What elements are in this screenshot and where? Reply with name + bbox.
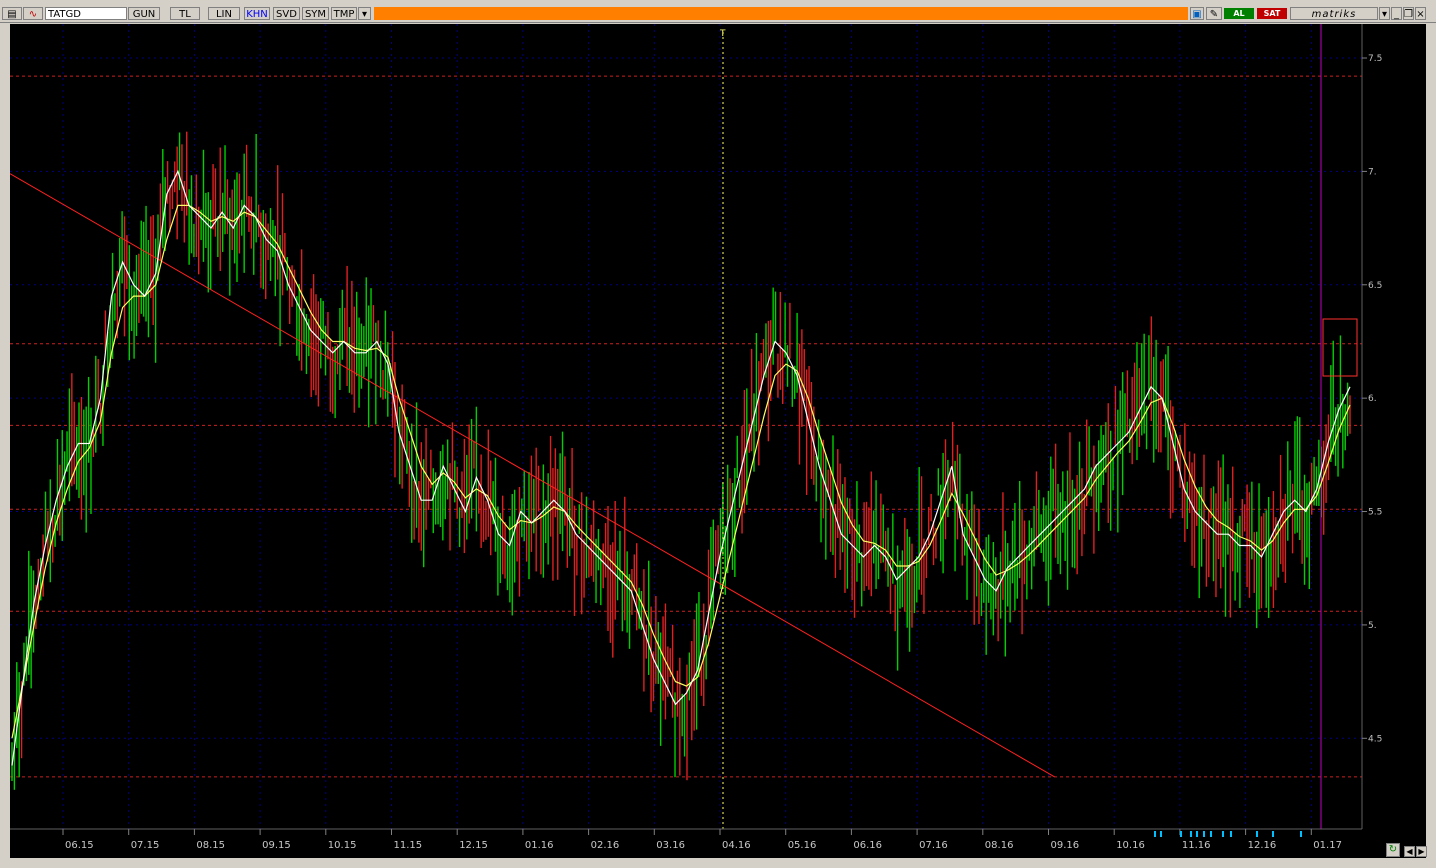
tmp-button[interactable]: TMP [331,7,357,20]
x-axis-event-marker [1154,831,1156,837]
svd-button[interactable]: SVD [273,7,300,20]
x-tick-label: 06.16 [853,840,882,851]
buy-button[interactable]: AL [1224,8,1254,19]
x-tick-label: 01.16 [525,840,554,851]
x-tick-label: 06.15 [65,840,94,851]
x-tick-label: 07.16 [919,840,948,851]
x-tick-label: 10.15 [328,840,357,851]
x-axis-event-marker [1272,831,1274,837]
price-chart[interactable]: T 4.5 5. 5.5 6. 6.5 7. 7.5 06.15 07.15 08.15 09.1… [10,24,1426,858]
chart-type-icon[interactable]: ▤ [2,7,22,20]
brand-logo: matriks [1290,7,1378,20]
menu-dropdown-icon[interactable]: ▾ [1379,7,1390,20]
scale-button[interactable]: LIN [208,7,240,20]
x-axis-event-marker [1222,831,1224,837]
x-tick-label: 11.16 [1182,840,1211,851]
dropdown-icon[interactable]: ▾ [358,7,371,20]
x-tick-label: 10.16 [1116,840,1145,851]
x-tick-label: 09.15 [262,840,291,851]
x-axis-event-marker [1180,831,1182,837]
y-tick-label: 7.5 [1368,54,1382,64]
x-axis-event-marker [1230,831,1232,837]
minimize-icon[interactable]: _ [1391,7,1402,20]
scroll-right-icon[interactable]: ▶ [1416,846,1427,857]
y-tick-label: 6. [1368,394,1377,404]
cursor-marker: T [719,29,726,39]
x-tick-label: 08.16 [985,840,1014,851]
moving-average-slow [11,204,1351,739]
x-tick-label: 03.16 [656,840,685,851]
close-icon[interactable]: × [1415,7,1426,20]
price-bars [11,131,1351,790]
x-tick-label: 07.15 [131,840,160,851]
x-tick-label: 08.15 [196,840,225,851]
indicator-icon[interactable]: ∿ [23,7,43,20]
pen-icon[interactable]: ✎ [1206,7,1222,20]
toolbar-accent-bar [374,7,1188,20]
moving-average-fast [11,169,1351,766]
x-axis-event-marker [1300,831,1302,837]
x-axis-event-marker [1210,831,1212,837]
x-axis-event-marker [1190,831,1192,837]
status-bar [0,858,1436,868]
x-tick-label: 02.16 [591,840,620,851]
x-tick-label: 12.15 [459,840,488,851]
x-tick-label: 04.16 [722,840,751,851]
sell-button[interactable]: SAT [1257,8,1287,19]
y-tick-label: 6.5 [1368,281,1382,291]
x-tick-label: 12.16 [1248,840,1277,851]
x-tick-label: 09.16 [1051,840,1080,851]
x-axis-event-marker [1256,831,1258,837]
symbol-field[interactable]: TATGD [45,7,127,20]
currency-button[interactable]: TL [170,7,200,20]
chart-toolbar: ▤ ∿ TATGD GUN TL LIN KHN SVD SYM TMP ▾ ▣… [0,0,1436,23]
y-tick-label: 7. [1368,167,1377,177]
sym-button[interactable]: SYM [302,7,329,20]
x-axis-event-marker [1196,831,1198,837]
x-axis-event-marker [1160,831,1162,837]
khn-button[interactable]: KHN [244,7,270,20]
y-axis: 4.5 5. 5.5 6. 6.5 7. 7.5 [1362,54,1382,744]
period-button[interactable]: GUN [128,7,160,20]
save-icon[interactable]: ▣ [1190,7,1204,20]
scroll-left-icon[interactable]: ◀ [1404,846,1415,857]
x-tick-label: 11.15 [394,840,423,851]
refresh-icon[interactable]: ↻ [1386,843,1400,857]
y-tick-label: 5.5 [1368,508,1382,518]
y-tick-label: 5. [1368,621,1377,631]
x-tick-label: 01.17 [1313,840,1342,851]
restore-icon[interactable]: ❐ [1403,7,1414,20]
y-tick-label: 4.5 [1368,734,1382,744]
x-axis-event-marker [1203,831,1205,837]
trendline [10,173,1055,778]
x-tick-label: 05.16 [788,840,817,851]
